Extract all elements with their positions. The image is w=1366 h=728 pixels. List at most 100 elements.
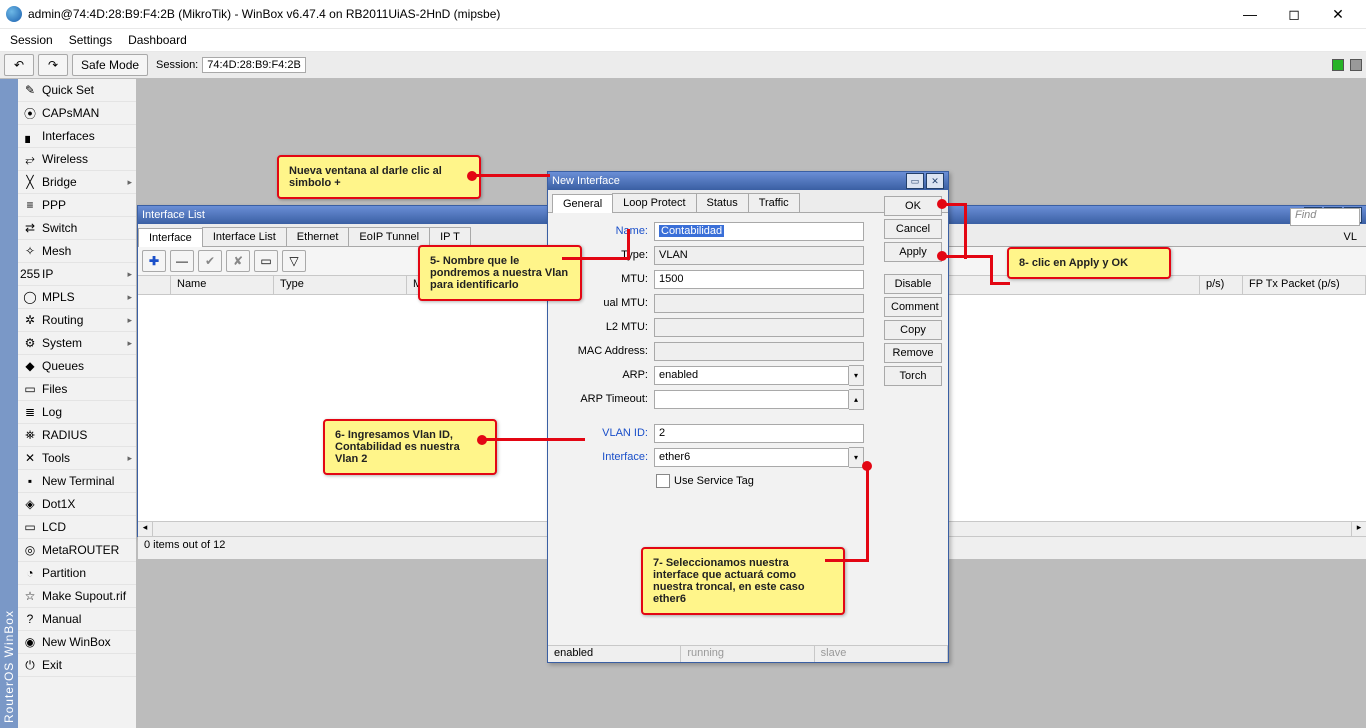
chevron-right-icon: ▸ (127, 292, 132, 303)
undo-button[interactable]: ↶ (4, 54, 34, 76)
tab-ethernet[interactable]: Ethernet (286, 227, 350, 246)
redo-button[interactable]: ↷ (38, 54, 68, 76)
disable-button[interactable]: ✘ (226, 250, 250, 272)
nav-item-switch[interactable]: ⇄Switch (18, 217, 136, 240)
nav-icon: ⏻ (22, 657, 38, 673)
nav-icon: ▖ (22, 128, 38, 144)
arp-select[interactable]: enabled (654, 366, 849, 385)
nav-item-lcd[interactable]: ▭LCD (18, 516, 136, 539)
tab-interface-list[interactable]: Interface List (202, 227, 287, 246)
toolbar: ↶ ↷ Safe Mode Session: 74:4D:28:B9:F4:2B (0, 52, 1366, 79)
nav-item-radius[interactable]: ⛯RADIUS (18, 424, 136, 447)
nav-item-mpls[interactable]: ◯MPLS▸ (18, 286, 136, 309)
tab-general[interactable]: General (552, 194, 613, 213)
status-led-green (1332, 59, 1344, 71)
minimize-button[interactable]: — (1228, 0, 1272, 28)
ni-minimize-icon[interactable]: ▭ (906, 173, 924, 189)
arp-label: ARP: (558, 369, 648, 381)
col-name[interactable]: Name (171, 276, 274, 294)
use-service-tag-checkbox[interactable] (656, 474, 670, 488)
ni-close-icon[interactable]: ✕ (926, 173, 944, 189)
nav-item-log[interactable]: ≣Log (18, 401, 136, 424)
nav-item-partition[interactable]: ◔Partition (18, 562, 136, 585)
nav-item-manual[interactable]: ?Manual (18, 608, 136, 631)
interface-select[interactable]: ether6 (654, 448, 849, 467)
apply-button[interactable]: Apply (884, 242, 942, 262)
tab-ip-tunnel[interactable]: IP T (429, 227, 471, 246)
new-interface-title[interactable]: New Interface ▭ ✕ (548, 172, 948, 190)
nav-item-ip[interactable]: 255IP▸ (18, 263, 136, 286)
tab-interface[interactable]: Interface (138, 228, 203, 247)
nav-item-dot1x[interactable]: ◈Dot1X (18, 493, 136, 516)
callout-8-line1h2 (990, 282, 1010, 285)
tab-traffic[interactable]: Traffic (748, 193, 800, 212)
mtu-input[interactable]: 1500 (654, 270, 864, 289)
disable-button[interactable]: Disable (884, 274, 942, 294)
nav-item-queues[interactable]: ◆Queues (18, 355, 136, 378)
callout-7-line-v (866, 467, 869, 562)
nav-item-routing[interactable]: ✲Routing▸ (18, 309, 136, 332)
nav-item-exit[interactable]: ⏻Exit (18, 654, 136, 677)
tab-status[interactable]: Status (696, 193, 749, 212)
name-input[interactable]: Contabilidad (654, 222, 864, 241)
menu-settings[interactable]: Settings (69, 33, 112, 47)
arp-timeout-dd-icon[interactable]: ▴ (849, 389, 864, 410)
menu-bar: Session Settings Dashboard (0, 29, 1366, 52)
col-ps[interactable]: p/s) (1200, 276, 1243, 294)
callout-8-line2v (964, 203, 967, 259)
maximize-button[interactable]: ◻ (1272, 0, 1316, 28)
filter-button[interactable]: ▽ (282, 250, 306, 272)
nav-label: Switch (42, 221, 77, 235)
callout-1-line (475, 174, 550, 177)
nav-icon: ✎ (22, 82, 38, 98)
arp-dropdown-icon[interactable]: ▾ (849, 365, 864, 386)
nav-item-mesh[interactable]: ✧Mesh (18, 240, 136, 263)
nav-item-make-supout-rif[interactable]: ☆Make Supout.rif (18, 585, 136, 608)
nav-item-bridge[interactable]: ╳Bridge▸ (18, 171, 136, 194)
nav-item-files[interactable]: ▭Files (18, 378, 136, 401)
remove-button[interactable]: — (170, 250, 194, 272)
torch-button[interactable]: Torch (884, 366, 942, 386)
arp-timeout-label: ARP Timeout: (558, 393, 648, 405)
comment-button[interactable]: ▭ (254, 250, 278, 272)
nav-icon: ▭ (22, 381, 38, 397)
col-type[interactable]: Type (274, 276, 407, 294)
nav-icon: ⦿ (22, 105, 38, 121)
enable-button[interactable]: ✔ (198, 250, 222, 272)
tab-vlan-clip[interactable]: VL (1334, 228, 1366, 246)
nav-item-quick-set[interactable]: ✎Quick Set (18, 79, 136, 102)
nav-item-ppp[interactable]: ≡PPP (18, 194, 136, 217)
menu-session[interactable]: Session (10, 33, 53, 47)
session-value: 74:4D:28:B9:F4:2B (202, 57, 306, 73)
safe-mode-button[interactable]: Safe Mode (72, 54, 148, 76)
nav-label: Interfaces (42, 129, 95, 143)
nav-item-wireless[interactable]: ⥂Wireless (18, 148, 136, 171)
tab-loop-protect[interactable]: Loop Protect (612, 193, 696, 212)
status-slave: slave (815, 646, 948, 662)
remove-button[interactable]: Remove (884, 343, 942, 363)
add-button[interactable]: ✚ (142, 250, 166, 272)
close-button[interactable]: ✕ (1316, 0, 1360, 28)
vlan-id-input[interactable]: 2 (654, 424, 864, 443)
callout-8-dot-apply (937, 251, 947, 261)
ok-button[interactable]: OK (884, 196, 942, 216)
nav-item-capsman[interactable]: ⦿CAPsMAN (18, 102, 136, 125)
comment-button[interactable]: Comment (884, 297, 942, 317)
tab-eoip[interactable]: EoIP Tunnel (348, 227, 430, 246)
nav-item-new-terminal[interactable]: ▪New Terminal (18, 470, 136, 493)
nav-icon: ≣ (22, 404, 38, 420)
nav-item-system[interactable]: ⚙System▸ (18, 332, 136, 355)
find-input[interactable]: Find (1290, 208, 1360, 226)
nav-icon: ◉ (22, 634, 38, 650)
arp-timeout-input[interactable] (654, 390, 849, 409)
nav-item-metarouter[interactable]: ◎MetaROUTER (18, 539, 136, 562)
col-fp-tx[interactable]: FP Tx Packet (p/s) (1243, 276, 1366, 294)
cancel-button[interactable]: Cancel (884, 219, 942, 239)
nav-item-interfaces[interactable]: ▖ Interfaces (18, 125, 136, 148)
nav-item-tools[interactable]: ✕Tools▸ (18, 447, 136, 470)
chevron-right-icon: ▸ (127, 453, 132, 464)
nav-icon: ⚙ (22, 335, 38, 351)
menu-dashboard[interactable]: Dashboard (128, 33, 187, 47)
copy-button[interactable]: Copy (884, 320, 942, 340)
nav-item-new-winbox[interactable]: ◉New WinBox (18, 631, 136, 654)
